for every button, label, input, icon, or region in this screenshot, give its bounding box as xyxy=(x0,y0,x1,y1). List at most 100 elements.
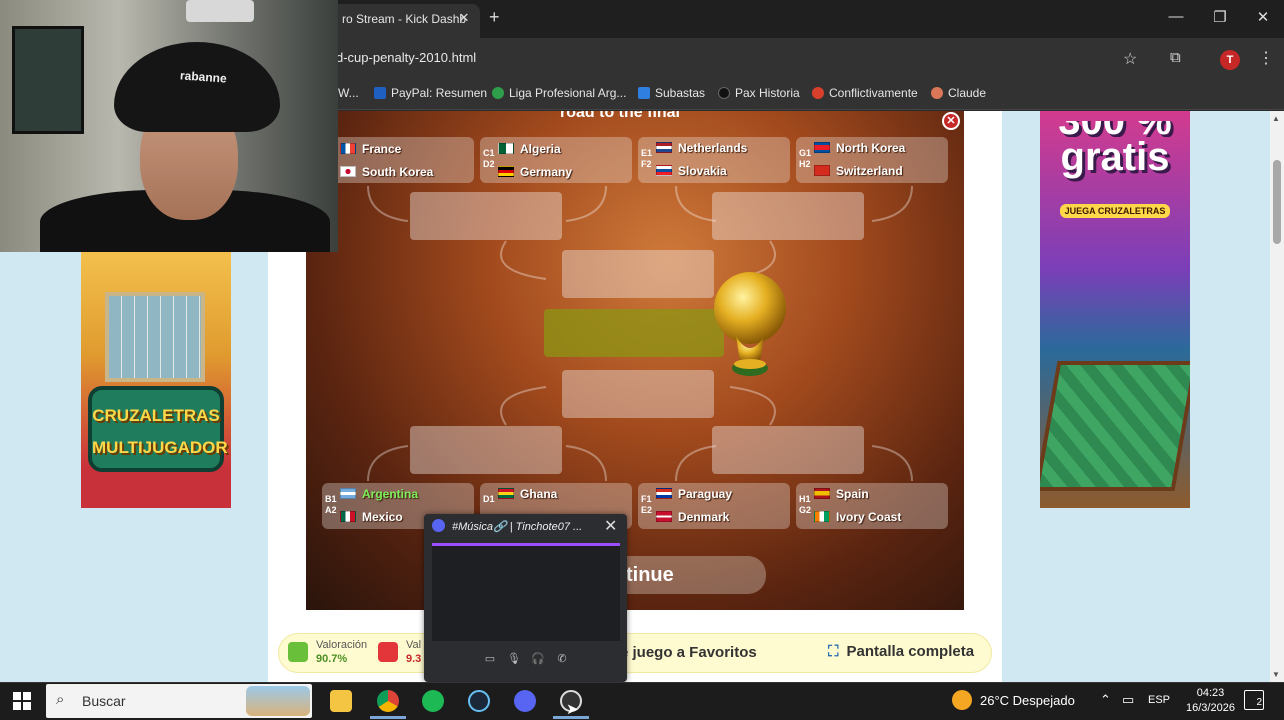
windows-start-icon[interactable] xyxy=(13,692,31,710)
bracket-slot xyxy=(410,426,562,474)
group-code: E1 F2 xyxy=(641,148,653,169)
flag-ar-icon xyxy=(340,488,356,499)
flag-ci-icon xyxy=(814,511,830,522)
bookmark-item[interactable]: Subastas xyxy=(638,86,705,100)
bookmark-item[interactable]: Claude xyxy=(931,86,986,100)
team-label: Denmark xyxy=(656,510,729,524)
team-label: Ivory Coast xyxy=(814,510,901,524)
thumbs-up-icon[interactable] xyxy=(288,642,308,662)
bookmark-star-icon[interactable]: ☆ xyxy=(1123,49,1137,69)
flag-gh-icon xyxy=(498,488,514,499)
team-label: France xyxy=(340,142,401,156)
discord-icon xyxy=(432,519,445,532)
flag-py-icon xyxy=(656,488,672,499)
scrollbar-thumb[interactable] xyxy=(1273,160,1281,244)
team-label: North Korea xyxy=(814,141,905,155)
mouse-cursor-icon: ➤ xyxy=(566,701,579,718)
scroll-up-icon[interactable]: ▲ xyxy=(1272,114,1280,123)
system-clock[interactable]: 04:23 16/3/2026 xyxy=(1186,686,1235,716)
ad-tagline: JUEGA CRUZALETRAS xyxy=(1060,204,1170,218)
group-code: G1 H2 xyxy=(799,148,812,169)
flag-kr-icon xyxy=(340,166,356,177)
webcam-overlay: rabanne xyxy=(0,0,338,252)
ad-board-image xyxy=(1040,361,1190,491)
bookmark-item[interactable]: W... xyxy=(338,86,359,100)
flag-de-icon xyxy=(498,166,514,177)
flag-sk-icon xyxy=(656,165,672,176)
add-favorites-button[interactable]: e juego a Favoritos xyxy=(620,644,757,661)
bookmark-item[interactable]: PayPal: Resumen xyxy=(374,86,487,100)
conflictivamente-icon xyxy=(812,87,824,99)
flag-mx-icon xyxy=(340,511,356,522)
search-highlight-image xyxy=(246,686,310,716)
discord-taskbar-icon[interactable] xyxy=(514,690,536,712)
semifinal-slot xyxy=(562,250,714,298)
window-close-icon[interactable]: ✕ xyxy=(1251,8,1275,26)
claude-icon xyxy=(931,87,943,99)
new-tab-button[interactable]: + xyxy=(489,7,500,28)
active-app-indicator xyxy=(370,716,406,719)
group-code: C1 D2 xyxy=(483,148,495,169)
ad-logo: CRUZALETRAS MULTIJUGADOR xyxy=(88,386,228,472)
paypal-icon xyxy=(374,87,386,99)
like-label: Valoración xyxy=(316,639,368,651)
microphone-icon[interactable]: 🎙 xyxy=(504,652,524,668)
tab-title: ro Stream - Kick Dashb xyxy=(342,12,467,26)
discord-close-icon[interactable]: ✕ xyxy=(604,516,617,536)
flag-dk-icon xyxy=(656,511,672,522)
flag-kp-icon xyxy=(814,142,830,153)
team-label: South Korea xyxy=(340,165,433,179)
notification-center-icon[interactable]: 2 xyxy=(1244,690,1264,710)
chrome-icon[interactable] xyxy=(377,690,399,712)
camera-icon[interactable]: ▭ xyxy=(480,652,500,668)
discord-channel-title: #Música🔗 | Tinchote07 ... xyxy=(452,521,583,533)
scroll-down-icon[interactable]: ▼ xyxy=(1272,670,1280,679)
team-label: Netherlands xyxy=(656,141,747,155)
flag-ch-icon xyxy=(814,165,830,176)
restore-icon[interactable]: ❐ xyxy=(1208,8,1232,26)
webcam-background-ac xyxy=(186,0,254,22)
url-field[interactable]: d-cup-penalty-2010.html xyxy=(336,50,476,65)
bracket-lines xyxy=(367,185,913,482)
minimize-icon[interactable]: — xyxy=(1164,8,1188,25)
flag-es-icon xyxy=(814,488,830,499)
steam-icon[interactable] xyxy=(468,690,490,712)
menu-icon[interactable]: ⋮ xyxy=(1258,48,1274,68)
dislike-label: Val xyxy=(406,639,422,651)
disconnect-icon[interactable]: ✆ xyxy=(552,652,572,668)
bracket-slot xyxy=(712,426,864,474)
network-icon[interactable]: ▭ xyxy=(1122,692,1134,708)
team-label: Switzerland xyxy=(814,164,903,178)
team-label-winner: Argentina xyxy=(340,487,418,501)
dislike-value: 9.3 xyxy=(406,653,422,665)
bookmark-item[interactable]: Pax Historia xyxy=(718,86,800,100)
discord-stream-preview[interactable] xyxy=(432,543,620,641)
search-placeholder: Buscar xyxy=(82,693,126,709)
file-explorer-icon[interactable] xyxy=(330,690,352,712)
spotify-icon[interactable] xyxy=(422,690,444,712)
bookmark-item[interactable]: Conflictivamente xyxy=(812,86,918,100)
webcam-background-painting xyxy=(12,26,84,134)
fullscreen-button[interactable]: ⛶ Pantalla completa xyxy=(828,643,974,660)
webcam-person-hat xyxy=(114,42,280,132)
weather-text[interactable]: 26°C Despejado xyxy=(980,693,1075,708)
team-label: Ghana xyxy=(498,487,557,501)
tab-close-icon[interactable]: ✕ xyxy=(456,10,472,28)
thumbs-down-icon[interactable] xyxy=(378,642,398,662)
language-indicator[interactable]: ESP xyxy=(1148,694,1170,706)
ad-right-banner[interactable]: 300 %gratis JUEGA CRUZALETRAS xyxy=(1040,111,1190,508)
bracket-slot xyxy=(712,192,864,240)
bookmark-item[interactable]: Liga Profesional Arg... xyxy=(492,86,626,100)
ad-left-banner[interactable]: CRUZALETRAS MULTIJUGADOR xyxy=(81,252,231,508)
extensions-icon[interactable]: ⧉ xyxy=(1170,49,1181,66)
continue-button[interactable]: tinue xyxy=(606,556,766,594)
headphones-icon[interactable]: 🎧 xyxy=(528,652,548,668)
team-label: Algeria xyxy=(498,142,561,156)
group-code: D1 xyxy=(483,494,495,504)
team-label: Germany xyxy=(498,165,572,179)
profile-avatar[interactable]: T xyxy=(1220,50,1240,70)
ad-board-image xyxy=(105,292,205,382)
final-slot xyxy=(544,309,724,357)
tray-chevron-icon[interactable]: ⌃ xyxy=(1100,692,1111,708)
bracket-slot xyxy=(410,192,562,240)
